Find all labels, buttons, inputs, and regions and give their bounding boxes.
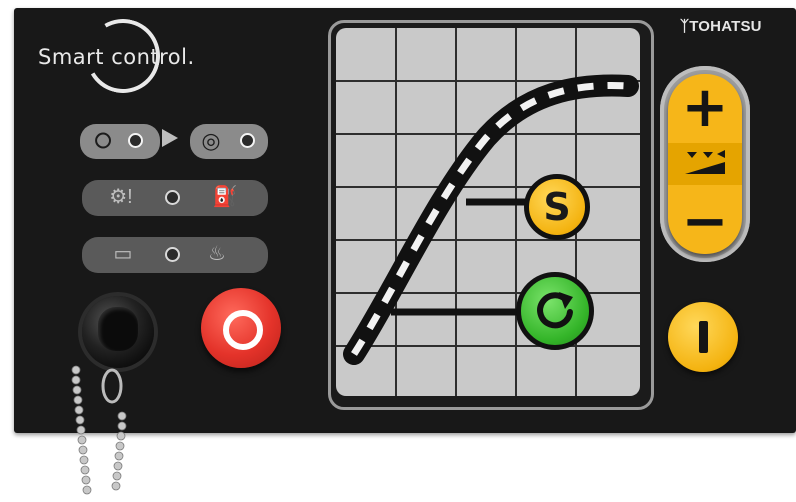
s-button[interactable]: S	[524, 174, 590, 240]
preheat-led	[128, 133, 143, 148]
idle-button[interactable]	[668, 302, 738, 372]
coolant-icon: ♨	[208, 243, 226, 265]
glow-plug-icon: ⭘	[94, 128, 112, 153]
battery-coolant-indicator: ▭ ♨	[82, 237, 268, 273]
throttle-curve-graphic	[336, 28, 640, 396]
overheat-led	[165, 190, 180, 205]
turbo-led	[240, 133, 255, 148]
bead-chain-icon	[71, 365, 127, 495]
stop-button[interactable]	[201, 288, 281, 368]
turbo-icon: ◎	[201, 128, 221, 153]
throttle-display	[336, 28, 640, 396]
s-button-label: S	[543, 185, 571, 229]
battery-led	[165, 247, 180, 262]
manufacturer-logo: ᛉTOHATSU	[680, 18, 762, 35]
increase-button[interactable]: +	[668, 76, 742, 140]
turbo-indicator: ◎	[190, 124, 268, 159]
stop-ring-icon	[223, 310, 263, 350]
socket-cap[interactable]	[98, 307, 138, 351]
manufacturer-mark: ᛉ	[680, 18, 690, 35]
bar-icon	[698, 321, 708, 353]
arrow-right-icon	[162, 129, 178, 147]
preheat-indicator: ⭘	[80, 124, 160, 159]
engine-warning-icon: ⚙!	[109, 186, 133, 208]
battery-icon: ▭	[113, 243, 133, 265]
overheat-oil-indicator: ⚙! ⛽	[82, 180, 268, 216]
start-button[interactable]	[516, 272, 594, 350]
manufacturer-name: TOHATSU	[689, 18, 762, 35]
rotate-icon	[537, 292, 573, 329]
adjust-arrows-icon	[685, 150, 725, 174]
oil-can-icon: ⛽	[212, 186, 238, 208]
decrease-button[interactable]: −	[668, 190, 742, 254]
